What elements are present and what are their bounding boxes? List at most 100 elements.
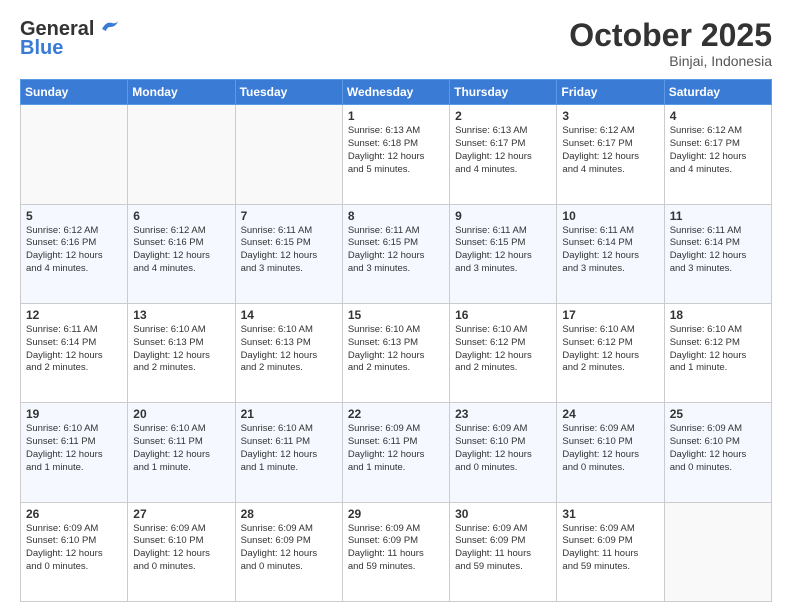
day-info: Sunrise: 6:09 AM Sunset: 6:10 PM Dayligh… bbox=[133, 523, 229, 574]
calendar-week-row: 26 Sunrise: 6:09 AM Sunset: 6:10 PM Dayli… bbox=[21, 502, 772, 601]
day-number: 2 bbox=[455, 109, 551, 123]
calendar-cell bbox=[21, 105, 128, 204]
calendar-cell: 4 Sunrise: 6:12 AM Sunset: 6:17 PM Daylig… bbox=[664, 105, 771, 204]
day-info: Sunrise: 6:11 AM Sunset: 6:14 PM Dayligh… bbox=[562, 225, 658, 276]
calendar-cell: 15 Sunrise: 6:10 AM Sunset: 6:13 PM Dayli… bbox=[342, 303, 449, 402]
day-number: 7 bbox=[241, 209, 337, 223]
day-number: 24 bbox=[562, 407, 658, 421]
day-number: 25 bbox=[670, 407, 766, 421]
calendar-cell: 14Sunrise: 6:10 AM Sunset: 6:13 PM Dayli… bbox=[235, 303, 342, 402]
day-info: Sunrise: 6:11 AM Sunset: 6:15 PM Dayligh… bbox=[455, 225, 551, 276]
day-number: 5 bbox=[26, 209, 122, 223]
day-number: 31 bbox=[562, 507, 658, 521]
day-info: Sunrise: 6:12 AM Sunset: 6:17 PM Dayligh… bbox=[562, 125, 658, 176]
weekday-header: Thursday bbox=[450, 80, 557, 105]
day-info: Sunrise: 6:09 AM Sunset: 6:09 PM Dayligh… bbox=[455, 523, 551, 574]
calendar-cell: 16 Sunrise: 6:10 AM Sunset: 6:12 PM Dayli… bbox=[450, 303, 557, 402]
calendar-cell: 29Sunrise: 6:09 AM Sunset: 6:09 PM Dayli… bbox=[342, 502, 449, 601]
calendar-cell: 5 Sunrise: 6:12 AM Sunset: 6:16 PM Daylig… bbox=[21, 204, 128, 303]
day-info: Sunrise: 6:10 AM Sunset: 6:13 PM Dayligh… bbox=[133, 324, 229, 375]
calendar-cell: 7 Sunrise: 6:11 AM Sunset: 6:15 PM Daylig… bbox=[235, 204, 342, 303]
day-info: Sunrise: 6:10 AM Sunset: 6:12 PM Dayligh… bbox=[455, 324, 551, 375]
calendar-week-row: 5 Sunrise: 6:12 AM Sunset: 6:16 PM Daylig… bbox=[21, 204, 772, 303]
day-number: 22 bbox=[348, 407, 444, 421]
day-number: 15 bbox=[348, 308, 444, 322]
day-info: Sunrise: 6:09 AM Sunset: 6:09 PM Dayligh… bbox=[562, 523, 658, 574]
day-info: Sunrise: 6:10 AM Sunset: 6:11 PM Dayligh… bbox=[133, 423, 229, 474]
day-info: Sunrise: 6:11 AM Sunset: 6:15 PM Dayligh… bbox=[241, 225, 337, 276]
calendar-cell: 27 Sunrise: 6:09 AM Sunset: 6:10 PM Dayli… bbox=[128, 502, 235, 601]
calendar-cell: 26 Sunrise: 6:09 AM Sunset: 6:10 PM Dayli… bbox=[21, 502, 128, 601]
day-number: 3 bbox=[562, 109, 658, 123]
calendar-cell: 9 Sunrise: 6:11 AM Sunset: 6:15 PM Daylig… bbox=[450, 204, 557, 303]
calendar-cell: 30 Sunrise: 6:09 AM Sunset: 6:09 PM Dayli… bbox=[450, 502, 557, 601]
calendar-cell: 17Sunrise: 6:10 AM Sunset: 6:12 PM Dayli… bbox=[557, 303, 664, 402]
calendar-cell: 23 Sunrise: 6:09 AM Sunset: 6:10 PM Dayli… bbox=[450, 403, 557, 502]
day-number: 11 bbox=[670, 209, 766, 223]
day-number: 23 bbox=[455, 407, 551, 421]
calendar-cell: 22 Sunrise: 6:09 AM Sunset: 6:11 PM Dayli… bbox=[342, 403, 449, 502]
calendar-cell: 21 Sunrise: 6:10 AM Sunset: 6:11 PM Dayli… bbox=[235, 403, 342, 502]
calendar-cell: 20Sunrise: 6:10 AM Sunset: 6:11 PM Dayli… bbox=[128, 403, 235, 502]
day-info: Sunrise: 6:09 AM Sunset: 6:10 PM Dayligh… bbox=[26, 523, 122, 574]
calendar-cell: 12Sunrise: 6:11 AM Sunset: 6:14 PM Dayli… bbox=[21, 303, 128, 402]
day-number: 1 bbox=[348, 109, 444, 123]
day-info: Sunrise: 6:10 AM Sunset: 6:11 PM Dayligh… bbox=[26, 423, 122, 474]
day-number: 29 bbox=[348, 507, 444, 521]
day-info: Sunrise: 6:09 AM Sunset: 6:09 PM Dayligh… bbox=[241, 523, 337, 574]
calendar-cell: 10 Sunrise: 6:11 AM Sunset: 6:14 PM Dayli… bbox=[557, 204, 664, 303]
day-number: 9 bbox=[455, 209, 551, 223]
day-number: 10 bbox=[562, 209, 658, 223]
day-info: Sunrise: 6:09 AM Sunset: 6:10 PM Dayligh… bbox=[562, 423, 658, 474]
day-info: Sunrise: 6:10 AM Sunset: 6:12 PM Dayligh… bbox=[670, 324, 766, 375]
calendar-week-row: 12Sunrise: 6:11 AM Sunset: 6:14 PM Dayli… bbox=[21, 303, 772, 402]
day-info: Sunrise: 6:12 AM Sunset: 6:16 PM Dayligh… bbox=[133, 225, 229, 276]
day-number: 17 bbox=[562, 308, 658, 322]
calendar-week-row: 19 Sunrise: 6:10 AM Sunset: 6:11 PM Dayli… bbox=[21, 403, 772, 502]
day-number: 19 bbox=[26, 407, 122, 421]
weekday-header: Saturday bbox=[664, 80, 771, 105]
day-number: 18 bbox=[670, 308, 766, 322]
calendar-cell: 8 Sunrise: 6:11 AM Sunset: 6:15 PM Daylig… bbox=[342, 204, 449, 303]
day-info: Sunrise: 6:09 AM Sunset: 6:11 PM Dayligh… bbox=[348, 423, 444, 474]
calendar-cell bbox=[235, 105, 342, 204]
day-info: Sunrise: 6:11 AM Sunset: 6:14 PM Dayligh… bbox=[670, 225, 766, 276]
calendar-cell: 18 Sunrise: 6:10 AM Sunset: 6:12 PM Dayli… bbox=[664, 303, 771, 402]
calendar-cell: 31 Sunrise: 6:09 AM Sunset: 6:09 PM Dayli… bbox=[557, 502, 664, 601]
day-info: Sunrise: 6:12 AM Sunset: 6:16 PM Dayligh… bbox=[26, 225, 122, 276]
day-number: 28 bbox=[241, 507, 337, 521]
page: General Blue October 2025 Binjai, Indone… bbox=[0, 0, 792, 612]
day-number: 13 bbox=[133, 308, 229, 322]
calendar-cell: 11 Sunrise: 6:11 AM Sunset: 6:14 PM Dayli… bbox=[664, 204, 771, 303]
day-number: 4 bbox=[670, 109, 766, 123]
calendar-header-row: SundayMondayTuesdayWednesdayThursdayFrid… bbox=[21, 80, 772, 105]
day-number: 21 bbox=[241, 407, 337, 421]
header: General Blue October 2025 Binjai, Indone… bbox=[20, 18, 772, 69]
day-info: Sunrise: 6:13 AM Sunset: 6:18 PM Dayligh… bbox=[348, 125, 444, 176]
calendar-cell: 3 Sunrise: 6:12 AM Sunset: 6:17 PM Daylig… bbox=[557, 105, 664, 204]
day-info: Sunrise: 6:13 AM Sunset: 6:17 PM Dayligh… bbox=[455, 125, 551, 176]
day-info: Sunrise: 6:10 AM Sunset: 6:11 PM Dayligh… bbox=[241, 423, 337, 474]
calendar-cell: 1 Sunrise: 6:13 AM Sunset: 6:18 PM Daylig… bbox=[342, 105, 449, 204]
calendar-cell: 19 Sunrise: 6:10 AM Sunset: 6:11 PM Dayli… bbox=[21, 403, 128, 502]
day-number: 16 bbox=[455, 308, 551, 322]
day-info: Sunrise: 6:11 AM Sunset: 6:15 PM Dayligh… bbox=[348, 225, 444, 276]
calendar-cell: 25Sunrise: 6:09 AM Sunset: 6:10 PM Dayli… bbox=[664, 403, 771, 502]
day-info: Sunrise: 6:09 AM Sunset: 6:10 PM Dayligh… bbox=[455, 423, 551, 474]
calendar-cell bbox=[664, 502, 771, 601]
day-info: Sunrise: 6:12 AM Sunset: 6:17 PM Dayligh… bbox=[670, 125, 766, 176]
weekday-header: Tuesday bbox=[235, 80, 342, 105]
day-number: 26 bbox=[26, 507, 122, 521]
day-number: 27 bbox=[133, 507, 229, 521]
location: Binjai, Indonesia bbox=[569, 53, 772, 69]
day-info: Sunrise: 6:10 AM Sunset: 6:13 PM Dayligh… bbox=[348, 324, 444, 375]
calendar-cell: 24 Sunrise: 6:09 AM Sunset: 6:10 PM Dayli… bbox=[557, 403, 664, 502]
day-number: 8 bbox=[348, 209, 444, 223]
calendar-cell: 6Sunrise: 6:12 AM Sunset: 6:16 PM Daylig… bbox=[128, 204, 235, 303]
weekday-header: Wednesday bbox=[342, 80, 449, 105]
day-number: 30 bbox=[455, 507, 551, 521]
calendar-cell: 28 Sunrise: 6:09 AM Sunset: 6:09 PM Dayli… bbox=[235, 502, 342, 601]
calendar-cell: 2 Sunrise: 6:13 AM Sunset: 6:17 PM Daylig… bbox=[450, 105, 557, 204]
weekday-header: Friday bbox=[557, 80, 664, 105]
day-info: Sunrise: 6:11 AM Sunset: 6:14 PM Dayligh… bbox=[26, 324, 122, 375]
